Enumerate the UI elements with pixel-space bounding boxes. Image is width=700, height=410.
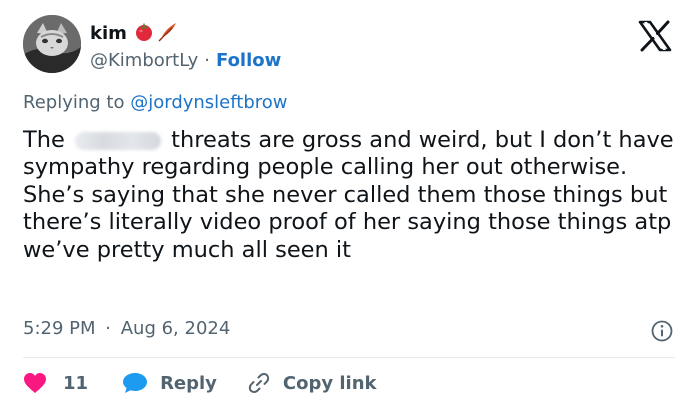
tweet-text: The threats are gross and weird, but I d… — [23, 127, 683, 264]
follow-button[interactable]: Follow — [216, 50, 281, 71]
user-name-row: kim — [90, 20, 179, 46]
tweet-card: kim @KimbortLy · Follow Replying to @jor… — [0, 0, 700, 410]
tweet-time: 5:29 PM — [23, 318, 96, 339]
reply-bubble-icon — [123, 373, 148, 393]
copy-link-button[interactable]: Copy link — [247, 371, 377, 395]
tomato-emoji-icon — [133, 20, 155, 46]
x-logo-icon[interactable] — [636, 20, 674, 52]
replying-prefix: Replying to — [23, 92, 125, 113]
cat-photo-icon — [23, 15, 81, 73]
reply-button[interactable]: Reply — [122, 372, 217, 394]
user-handle[interactable]: @KimbortLy — [90, 50, 198, 71]
tweet-date: Aug 6, 2024 — [120, 318, 231, 339]
action-bar: 11 Reply Copy link — [23, 368, 377, 398]
like-count: 11 — [63, 372, 89, 394]
avatar[interactable] — [23, 15, 81, 73]
info-icon[interactable] — [651, 320, 673, 342]
divider — [23, 357, 675, 358]
reply-mention-link[interactable]: @jordynsleftbrow — [130, 92, 287, 113]
tweet-text-start: The — [23, 127, 65, 153]
timestamp[interactable]: 5:29 PM · Aug 6, 2024 — [23, 318, 230, 342]
link-icon — [248, 373, 270, 393]
reply-label: Reply — [160, 372, 217, 394]
heart-icon — [24, 373, 46, 393]
separator: · — [204, 49, 210, 71]
replying-to: Replying to @jordynsleftbrow — [23, 92, 288, 116]
user-name[interactable]: kim — [90, 23, 127, 44]
feather-emoji-icon — [157, 20, 179, 46]
copy-link-label: Copy link — [282, 372, 377, 394]
separator: · — [105, 318, 111, 339]
handle-row: @KimbortLy · Follow — [90, 48, 281, 72]
like-button[interactable]: 11 — [23, 372, 88, 394]
redacted-word — [75, 131, 162, 150]
